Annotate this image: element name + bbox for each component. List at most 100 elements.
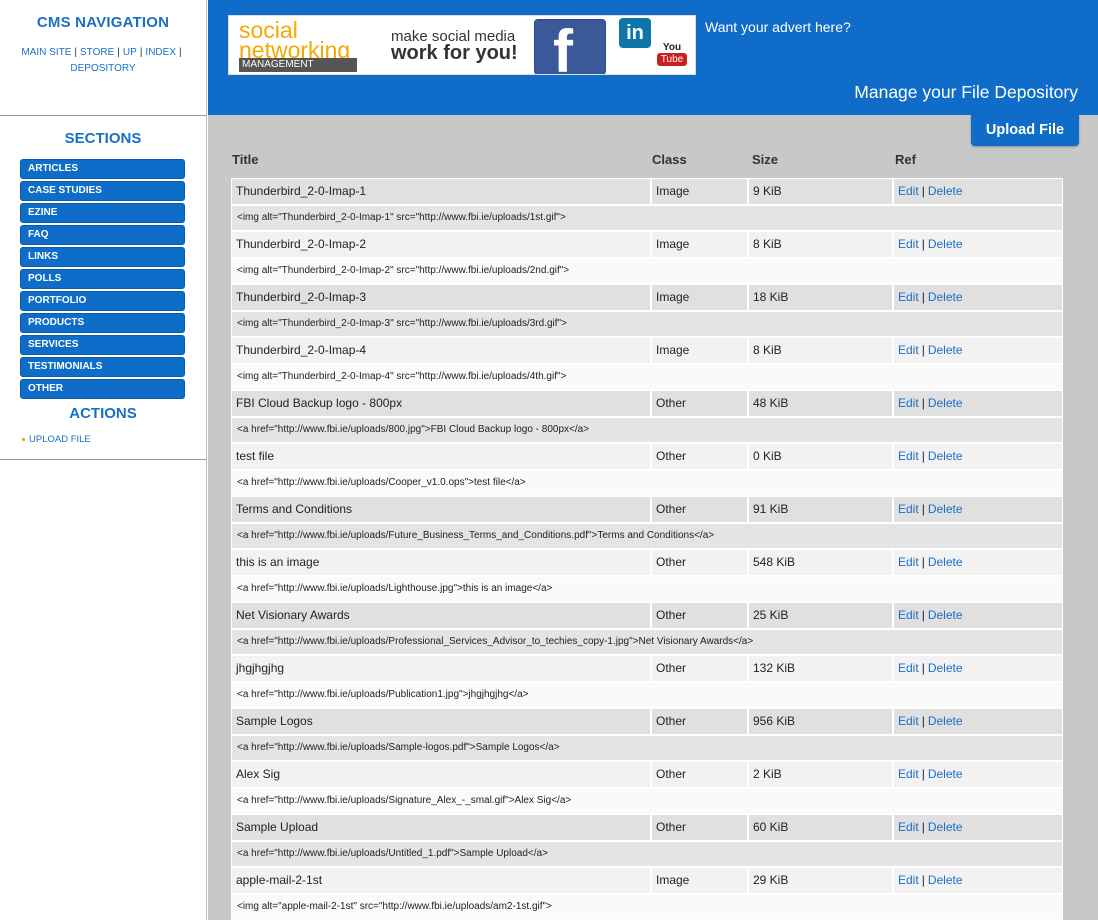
file-embed-code[interactable]: <img alt="Thunderbird_2-0-Imap-4" src="h… [231, 364, 1063, 390]
edit-link[interactable]: Edit [898, 449, 919, 463]
file-embed-code[interactable]: <a href="http://www.fbi.ie/uploads/Light… [231, 576, 1063, 602]
edit-link[interactable]: Edit [898, 661, 919, 675]
edit-link[interactable]: Edit [898, 184, 919, 198]
file-class: Other [651, 443, 748, 470]
edit-link[interactable]: Edit [898, 767, 919, 781]
table-row: test file Other 0 KiB Edit | Delete <a href="h… [231, 443, 1063, 496]
bullet-icon [22, 438, 25, 441]
delete-link[interactable]: Delete [928, 502, 963, 516]
file-size: 18 KiB [748, 284, 893, 311]
nav-links: MAIN SITE | STORE | UP | INDEX | DEPOSITORY [21, 47, 182, 74]
section-links[interactable]: LINKS [20, 247, 185, 267]
section-portfolio[interactable]: PORTFOLIO [20, 291, 185, 311]
edit-link[interactable]: Edit [898, 396, 919, 410]
file-embed-code[interactable]: <img alt="Thunderbird_2-0-Imap-2" src="h… [231, 258, 1063, 284]
file-ref: Edit | Delete [893, 549, 1063, 576]
file-embed-code[interactable]: <a href="http://www.fbi.ie/uploads/Publi… [231, 682, 1063, 708]
ref-separator: | [921, 449, 925, 463]
sections-panel: SECTIONS ARTICLES CASE STUDIES EZINE FAQ… [0, 130, 206, 460]
delete-link[interactable]: Delete [928, 555, 963, 569]
nav-link-index[interactable]: INDEX [145, 47, 176, 58]
file-size: 8 KiB [748, 337, 893, 364]
action-upload-file[interactable]: UPLOAD FILE [22, 434, 206, 445]
file-embed-code[interactable]: <a href="http://www.fbi.ie/uploads/Profe… [231, 629, 1063, 655]
ref-separator: | [921, 290, 925, 304]
edit-link[interactable]: Edit [898, 608, 919, 622]
delete-link[interactable]: Delete [928, 290, 963, 304]
edit-link[interactable]: Edit [898, 502, 919, 516]
section-services[interactable]: SERVICES [20, 335, 185, 355]
delete-link[interactable]: Delete [928, 873, 963, 887]
youtube-tube: Tube [657, 53, 687, 66]
edit-link[interactable]: Edit [898, 555, 919, 569]
file-size: 956 KiB [748, 708, 893, 735]
action-upload-file-label: UPLOAD FILE [29, 434, 91, 445]
upload-file-button[interactable]: Upload File [971, 115, 1079, 146]
file-class: Image [651, 231, 748, 258]
edit-link[interactable]: Edit [898, 820, 919, 834]
file-ref: Edit | Delete [893, 390, 1063, 417]
file-size: 8 KiB [748, 231, 893, 258]
file-title: Thunderbird_2-0-Imap-3 [231, 284, 651, 311]
file-embed-code[interactable]: <a href="http://www.fbi.ie/uploads/Coope… [231, 470, 1063, 496]
file-size: 60 KiB [748, 814, 893, 841]
file-title: Thunderbird_2-0-Imap-4 [231, 337, 651, 364]
edit-link[interactable]: Edit [898, 873, 919, 887]
linkedin-icon: in [619, 18, 651, 48]
youtube-you: You [662, 42, 682, 53]
file-class: Other [651, 496, 748, 523]
file-embed-code[interactable]: <img alt="Thunderbird_2-0-Imap-3" src="h… [231, 311, 1063, 337]
section-faq[interactable]: FAQ [20, 225, 185, 245]
file-row-main: Sample Logos Other 956 KiB Edit | Delete [231, 708, 1063, 735]
file-embed-code[interactable]: <a href="http://www.fbi.ie/uploads/Sampl… [231, 735, 1063, 761]
banner-management: MANAGEMENT [239, 58, 357, 72]
delete-link[interactable]: Delete [928, 608, 963, 622]
youtube-icon: You Tube [657, 42, 687, 70]
edit-link[interactable]: Edit [898, 714, 919, 728]
file-class: Other [651, 549, 748, 576]
edit-link[interactable]: Edit [898, 237, 919, 251]
delete-link[interactable]: Delete [928, 396, 963, 410]
advert-banner[interactable]: social networking MANAGEMENT make social… [228, 15, 696, 75]
file-embed-code[interactable]: <img alt="apple-mail-2-1st" src="http://… [231, 894, 1063, 920]
ref-separator: | [921, 343, 925, 357]
header-ref: Ref [895, 152, 916, 167]
banner-networking-text: networking [239, 37, 351, 63]
file-embed-code[interactable]: <a href="http://www.fbi.ie/uploads/Untit… [231, 841, 1063, 867]
delete-link[interactable]: Delete [928, 767, 963, 781]
section-articles[interactable]: ARTICLES [20, 159, 185, 179]
file-embed-code[interactable]: <a href="http://www.fbi.ie/uploads/800.j… [231, 417, 1063, 443]
delete-link[interactable]: Delete [928, 449, 963, 463]
file-row-main: Thunderbird_2-0-Imap-4 Image 8 KiB Edit | Del… [231, 337, 1063, 364]
delete-link[interactable]: Delete [928, 820, 963, 834]
table-row: apple-mail-2-1st Image 29 KiB Edit | Delete <i… [231, 867, 1063, 920]
delete-link[interactable]: Delete [928, 184, 963, 198]
file-class: Image [651, 284, 748, 311]
file-ref: Edit | Delete [893, 655, 1063, 682]
delete-link[interactable]: Delete [928, 237, 963, 251]
edit-link[interactable]: Edit [898, 343, 919, 357]
file-embed-code[interactable]: <img alt="Thunderbird_2-0-Imap-1" src="h… [231, 205, 1063, 231]
delete-link[interactable]: Delete [928, 343, 963, 357]
file-embed-code[interactable]: <a href="http://www.fbi.ie/uploads/Signa… [231, 788, 1063, 814]
advert-link[interactable]: Want your advert here? [705, 19, 851, 35]
nav-link-depository[interactable]: DEPOSITORY [70, 63, 135, 74]
delete-link[interactable]: Delete [928, 661, 963, 675]
section-products[interactable]: PRODUCTS [20, 313, 185, 333]
file-embed-code[interactable]: <a href="http://www.fbi.ie/uploads/Futur… [231, 523, 1063, 549]
nav-link-up[interactable]: UP [123, 47, 137, 58]
section-other[interactable]: OTHER [20, 379, 185, 399]
delete-link[interactable]: Delete [928, 714, 963, 728]
section-ezine[interactable]: EZINE [20, 203, 185, 223]
file-size: 25 KiB [748, 602, 893, 629]
ref-separator: | [921, 502, 925, 516]
nav-link-main-site[interactable]: MAIN SITE [21, 47, 71, 58]
file-title: Thunderbird_2-0-Imap-2 [231, 231, 651, 258]
section-testimonials[interactable]: TESTIMONIALS [20, 357, 185, 377]
section-polls[interactable]: POLLS [20, 269, 185, 289]
ref-separator: | [921, 555, 925, 569]
nav-link-store[interactable]: STORE [80, 47, 114, 58]
file-row-main: FBI Cloud Backup logo - 800px Other 48 KiB… [231, 390, 1063, 417]
edit-link[interactable]: Edit [898, 290, 919, 304]
section-case-studies[interactable]: CASE STUDIES [20, 181, 185, 201]
